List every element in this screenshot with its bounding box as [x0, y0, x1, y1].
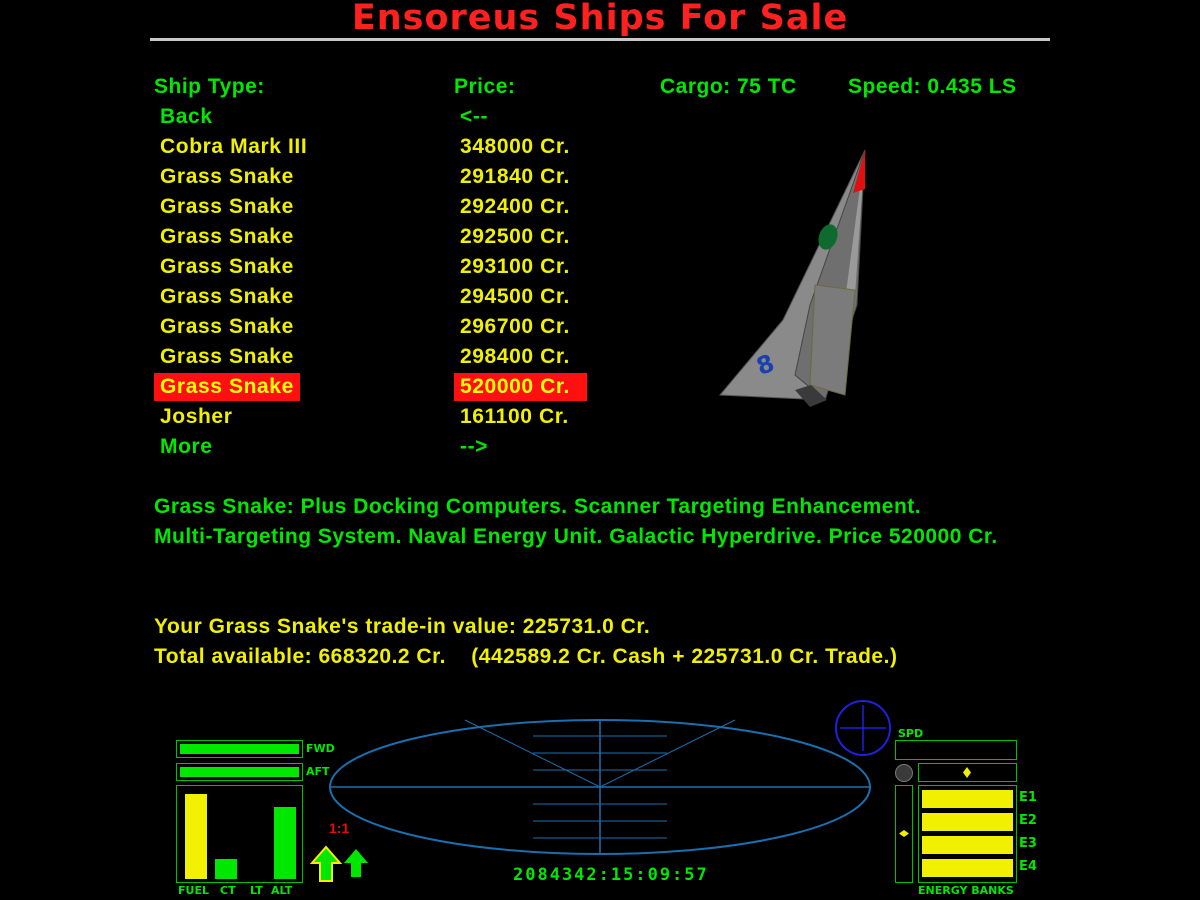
ship-row-price[interactable]: 294500 Cr.: [454, 283, 587, 311]
speed-gauge: [895, 740, 1017, 760]
cabin-temp-label: CT: [220, 884, 236, 897]
page-title: Ensoreus Ships For Sale: [351, 0, 849, 38]
roll-marker-icon: [963, 767, 971, 778]
ship-description: Grass Snake: Plus Docking Computers. Sca…: [154, 492, 998, 552]
energy-bank-label: E1: [1019, 790, 1037, 805]
ship-row-name[interactable]: Grass Snake: [154, 343, 300, 371]
ship-row-price[interactable]: 298400 Cr.: [454, 343, 587, 371]
altitude-bar: [274, 807, 296, 879]
speed-label: SPD: [898, 727, 924, 740]
pitch-gauge: [895, 785, 913, 883]
fuel-label: FUEL: [178, 884, 209, 897]
ship-row-price[interactable]: 291840 Cr.: [454, 163, 587, 191]
ship-row-name[interactable]: Grass Snake: [154, 193, 300, 221]
missile-indicator-icon: [895, 764, 913, 782]
fwd-shield-gauge: [176, 740, 303, 758]
energy-banks-label: ENERGY BANKS: [918, 884, 1014, 897]
cabin-temp-bar: [215, 859, 237, 879]
ship-row-price[interactable]: 296700 Cr.: [454, 313, 587, 341]
scanner: [329, 719, 871, 855]
ship-row-selected-name[interactable]: Grass Snake: [154, 373, 300, 401]
pitch-marker-icon: [899, 830, 909, 837]
ship-row-price[interactable]: 348000 Cr.: [454, 133, 587, 161]
title-divider: [150, 38, 1050, 41]
energy-bank-label: E2: [1019, 813, 1037, 828]
laser-temp-label: LT: [250, 884, 263, 897]
roll-gauge: [918, 763, 1017, 782]
ship-row-name[interactable]: Grass Snake: [154, 313, 300, 341]
altitude-label: ALT: [271, 884, 293, 897]
aft-shield-gauge: [176, 763, 303, 781]
price-header: Price:: [454, 75, 516, 98]
energy-bank-label: E3: [1019, 836, 1037, 851]
max-speed: Speed: 0.435 LS: [848, 75, 1017, 98]
ship-row-price[interactable]: 293100 Cr.: [454, 253, 587, 281]
compass-icon: [835, 700, 891, 756]
fwd-shield-fill: [180, 744, 299, 754]
ship-row-name[interactable]: Grass Snake: [154, 223, 300, 251]
status-gauges-panel: [176, 785, 303, 883]
energy-bank-label: E4: [1019, 859, 1037, 874]
energy-bank-bar: [922, 790, 1013, 808]
ship-type-header: Ship Type:: [154, 75, 265, 98]
ship-row-selected-price[interactable]: 520000 Cr.: [454, 373, 587, 401]
ship-row-price[interactable]: 292500 Cr.: [454, 223, 587, 251]
ship-model-image: 8: [718, 149, 866, 407]
energy-bank-bar: [922, 836, 1013, 854]
fuel-bar: [185, 793, 207, 879]
energy-banks-panel: [918, 785, 1017, 883]
trade-in-value: Your Grass Snake's trade-in value: 22573…: [154, 615, 651, 638]
total-available: Total available: 668320.2 Cr. (442589.2 …: [154, 645, 898, 668]
ship-row-price[interactable]: 292400 Cr.: [454, 193, 587, 221]
ship-row-name[interactable]: Grass Snake: [154, 283, 300, 311]
ship-row-price[interactable]: 161100 Cr.: [454, 403, 587, 431]
trade-in-summary: Your Grass Snake's trade-in value: 22573…: [154, 612, 897, 672]
game-clock: 2084342:15:09:57: [513, 865, 709, 885]
ship-row-more-name[interactable]: More: [154, 433, 300, 461]
ship-row-name[interactable]: Grass Snake: [154, 253, 300, 281]
ship-row-back-price[interactable]: <--: [454, 103, 587, 131]
energy-bank-bar: [922, 813, 1013, 831]
cargo-capacity: Cargo: 75 TC: [660, 75, 797, 98]
ship-row-name[interactable]: Grass Snake: [154, 163, 300, 191]
ship-description-line: Grass Snake: Plus Docking Computers. Sca…: [154, 495, 922, 518]
ship-row-back-name[interactable]: Back: [154, 103, 300, 131]
energy-bank-bar: [922, 859, 1013, 877]
ship-row-name[interactable]: Cobra Mark III: [154, 133, 307, 161]
ship-description-line: Multi-Targeting System. Naval Energy Uni…: [154, 525, 998, 548]
ship-row-name[interactable]: Josher: [154, 403, 300, 431]
aft-shield-fill: [180, 767, 299, 777]
ship-row-more-price[interactable]: -->: [454, 433, 587, 461]
